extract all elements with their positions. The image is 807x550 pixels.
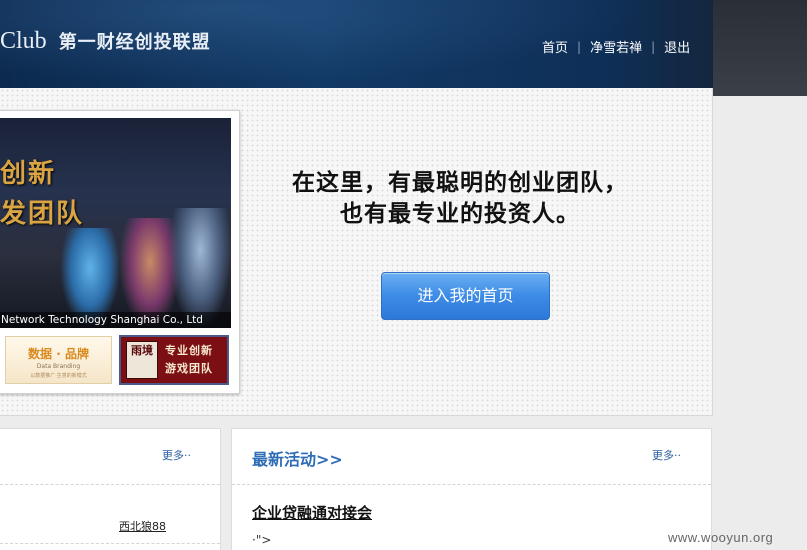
user-name-link[interactable]: 西北狼88 [119,518,166,534]
site-logo[interactable]: Club 第一财经创投联盟 [0,28,211,55]
divider [0,543,220,544]
divider [232,484,711,485]
slide-thumbnail-game-team[interactable]: 雨境 专业创新 游戏团队 [119,335,229,385]
divider [0,484,220,485]
more-link[interactable]: 更多·· [652,447,681,463]
event-snippet: ·"> [252,533,272,547]
thumb-text-line1: 专业创新 [165,344,213,357]
more-link[interactable]: 更多·· [162,447,191,463]
game-character-image [170,208,231,328]
logo-name: 第一财经创投联盟 [58,32,211,53]
logo-prefix: Club [0,28,47,54]
nav-home-link[interactable]: 首页 [542,37,568,56]
watermark-text: www.wooyun.org [668,530,774,545]
slogan-line2: 也有最专业的投资人。 [340,201,580,227]
top-header: Club 第一财经创投联盟 首页 | 净雪若禅 | 退出 [0,0,807,96]
hero-slogan: 在这里，有最聪明的创业团队， 也有最专业的投资人。 [235,168,685,230]
thumb-text-line2: 游戏团队 [165,362,213,375]
slide-caption: Network Technology Shanghai Co., Ltd [0,312,231,328]
thumb-subtitle: Data Branding [36,363,81,370]
thumb-text: 专业创新 游戏团队 [165,342,213,378]
slogan-line1: 在这里，有最聪明的创业团队， [292,170,628,196]
nav-separator: | [577,39,582,54]
thumb-tagline: 以数据推广·生意的新模式 [30,373,87,379]
slide-thumbnail-data-branding[interactable]: 数据 · 品牌 Data Branding 以数据推广·生意的新模式 [5,336,112,384]
slide-banner-image[interactable]: 创新 发团队 Network Technology Shanghai Co., … [0,118,231,328]
slide-title: 创新 发团队 [0,154,84,234]
nav-separator: | [651,39,656,54]
nav-username-link[interactable]: 净雪若禅 [590,37,642,56]
thumb-title: 数据 · 品牌 [28,347,89,361]
nav-logout-link[interactable]: 退出 [664,37,690,56]
enter-my-homepage-button[interactable]: 进入我的首页 [381,272,550,320]
top-nav: 首页 | 净雪若禅 | 退出 [542,37,690,57]
left-panel: 更多·· 西北狼88 [0,428,221,550]
seal-logo: 雨境 [126,341,158,379]
event-title-link[interactable]: 企业贷融通对接会 [252,502,372,523]
panel-title[interactable]: 最新活动>> [252,446,343,470]
slide-title-line1: 创新 [0,159,57,189]
header-right-area [713,0,807,96]
latest-activities-panel: 最新活动>> 更多·· 企业贷融通对接会 ·"> [231,428,712,550]
